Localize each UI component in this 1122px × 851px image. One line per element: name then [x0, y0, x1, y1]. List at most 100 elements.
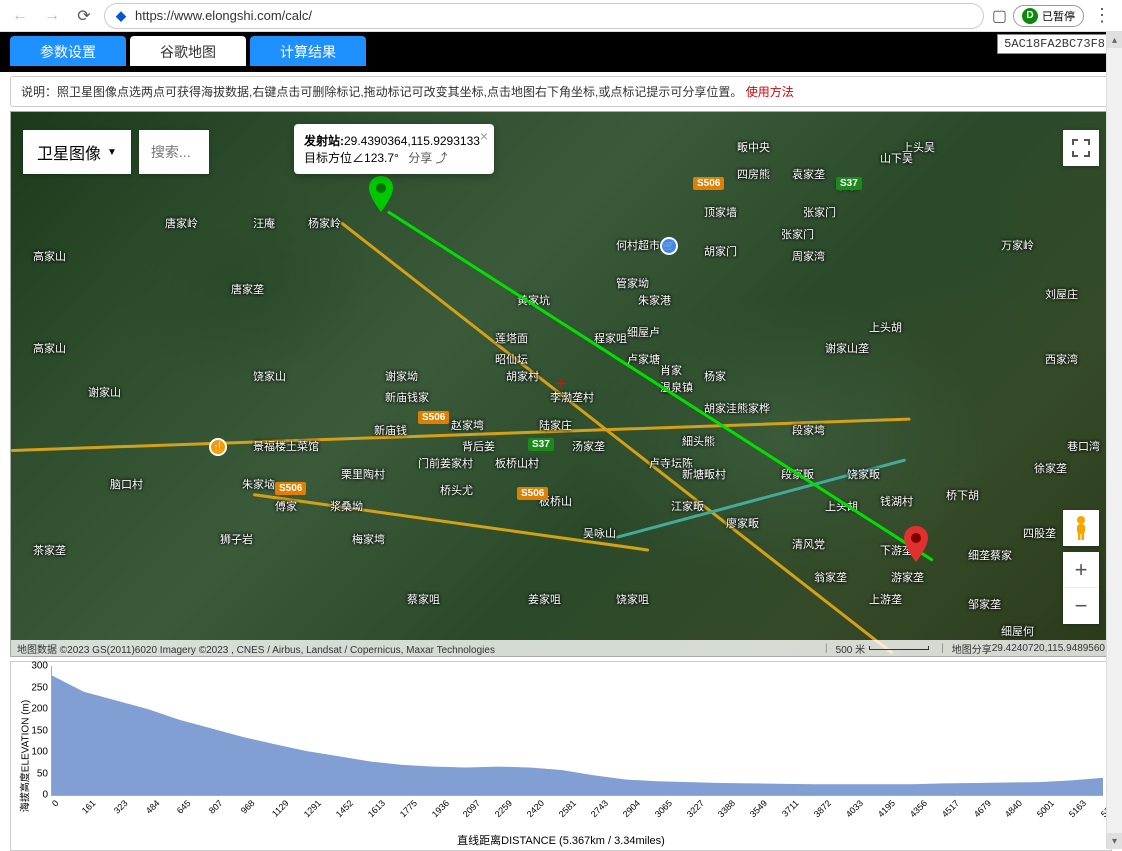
forward-button[interactable]: →: [40, 4, 64, 28]
instruction-text: 说明：照卫星图像点选两点可获得海拔数据,右键点击可删除标记,拖动标记可改变其坐标…: [21, 85, 742, 99]
roads-layer: [11, 112, 1111, 656]
paused-label: 已暂停: [1042, 8, 1075, 24]
xtick: 3711: [780, 798, 801, 819]
xtick: 1936: [429, 798, 450, 819]
hash-display: 5AC18FA2BC73F8: [997, 34, 1112, 54]
share-icon: ⤴: [436, 151, 448, 165]
page-scrollbar[interactable]: ▴ ▾: [1106, 32, 1122, 849]
fullscreen-button[interactable]: [1063, 130, 1099, 166]
browser-menu-icon[interactable]: ⋮: [1090, 5, 1114, 26]
xtick: 4195: [876, 798, 897, 819]
ytick: 300: [31, 661, 52, 672]
share-link[interactable]: 分享 ⤴: [408, 151, 447, 165]
xtick: 3227: [684, 798, 705, 819]
ytick: 250: [31, 682, 52, 693]
bearing-label: 目标方位∠: [304, 151, 364, 165]
fullscreen-icon: [1072, 139, 1090, 157]
xtick: 4679: [971, 798, 992, 819]
xtick: 1613: [366, 798, 387, 819]
xtick: 807: [207, 798, 225, 816]
browser-toolbar: ← → ⟳ ◆ https://www.elongshi.com/calc/ ▢…: [0, 0, 1122, 32]
elevation-chart: 海拔高度ELEVATION (m) 050100150200250300 0 16…: [10, 661, 1112, 851]
profile-paused-badge[interactable]: D 已暂停: [1013, 5, 1084, 27]
xtick: 4517: [939, 798, 960, 819]
xtick: 4356: [908, 798, 929, 819]
xtick: 4033: [844, 798, 865, 819]
target-marker-b[interactable]: [904, 526, 928, 562]
scale-bar: [869, 646, 929, 650]
xtick: 2581: [557, 798, 578, 819]
xtick: 0: [50, 798, 61, 809]
chart-xlabel: 直线距离DISTANCE (5.367km / 3.34miles): [457, 832, 665, 848]
station-label: 发射站:: [304, 134, 344, 148]
address-bar[interactable]: ◆ https://www.elongshi.com/calc/: [104, 3, 984, 29]
xtick: 1291: [302, 798, 323, 819]
scroll-down-button[interactable]: ▾: [1107, 833, 1122, 849]
layer-label: 卫星图像: [37, 140, 101, 164]
attribution-text: 地图数据 ©2023 GS(2011)6020 Imagery ©2023 , …: [17, 641, 495, 656]
close-icon[interactable]: ×: [480, 128, 488, 144]
browser-right-controls: ▢ D 已暂停 ⋮: [992, 5, 1114, 27]
xtick: 2420: [525, 798, 546, 819]
layer-select-button[interactable]: 卫星图像 ▼: [23, 130, 131, 174]
app-tabs: 参数设置 谷歌地图 计算结果 5AC18FA2BC73F8: [0, 32, 1122, 66]
chart-ylabel: 海拔高度ELEVATION (m): [17, 700, 32, 812]
reload-button[interactable]: ⟳: [72, 4, 96, 28]
ytick: 200: [31, 704, 52, 715]
scroll-up-button[interactable]: ▴: [1107, 32, 1122, 48]
station-info-window: × 发射站:29.4390364,115.9293133 目标方位∠123.7°…: [294, 124, 494, 174]
zoom-out-button[interactable]: −: [1063, 588, 1099, 624]
map-search-input[interactable]: [139, 130, 209, 174]
streetview-pegman[interactable]: [1063, 510, 1099, 546]
xtick: 2097: [461, 798, 482, 819]
usage-link[interactable]: 使用方法: [746, 85, 794, 99]
share-map-label[interactable]: 地图分享: [952, 641, 992, 656]
xtick: 3065: [652, 798, 673, 819]
chevron-down-icon: ▼: [107, 147, 117, 158]
ytick: 100: [31, 747, 52, 758]
station-coords: 29.4390364,115.9293133: [344, 134, 480, 148]
xtick: 5001: [1035, 798, 1056, 819]
xtick: 4840: [1003, 798, 1024, 819]
instruction-bar: 说明：照卫星图像点选两点可获得海拔数据,右键点击可删除标记,拖动标记可改变其坐标…: [10, 76, 1112, 107]
url-text: https://www.elongshi.com/calc/: [135, 8, 312, 23]
xtick: 5163: [1067, 798, 1088, 819]
xtick: 161: [80, 798, 98, 816]
bearing-value: 123.7°: [364, 151, 399, 165]
map-top-right-controls: [1063, 130, 1099, 166]
chart-area-path: [52, 666, 1103, 795]
xtick: 2743: [589, 798, 610, 819]
xtick: 323: [112, 798, 130, 816]
tab-results[interactable]: 计算结果: [250, 36, 366, 66]
ytick: 50: [37, 768, 52, 779]
chart-plot-area[interactable]: 050100150200250300: [51, 666, 1103, 796]
tab-google-map[interactable]: 谷歌地图: [130, 36, 246, 66]
map-footer: 地图数据 ©2023 GS(2011)6020 Imagery ©2023 , …: [11, 640, 1111, 656]
map-container[interactable]: 唐家岭汪庵杨家岭唐家垄高家山高家山谢家山脑口村朱家垴景福楼土菜馆傅家浆桑坳狮子岩…: [10, 111, 1112, 657]
stripe: [0, 66, 1122, 72]
xticks: 0 161 323 484 645 807 968 1129 1291 1452 1613 1775 1…: [51, 796, 1103, 820]
station-marker-a[interactable]: [369, 176, 393, 212]
back-button[interactable]: ←: [8, 4, 32, 28]
xtick: 3549: [748, 798, 769, 819]
tab-params[interactable]: 参数设置: [10, 36, 126, 66]
site-icon: ◆: [113, 8, 129, 24]
xtick: 1775: [398, 798, 419, 819]
scale-text: 500 米: [836, 641, 865, 656]
zoom-in-button[interactable]: +: [1063, 552, 1099, 588]
xtick: 645: [175, 798, 193, 816]
bookmark-icon[interactable]: ▢: [992, 6, 1007, 26]
avatar-icon: D: [1022, 8, 1038, 24]
zoom-control: + −: [1063, 552, 1099, 624]
share-coords[interactable]: 29.4240720,115.9489560: [992, 643, 1105, 654]
xtick: 968: [239, 798, 257, 816]
pegman-icon: [1071, 515, 1091, 541]
map-top-left-controls: 卫星图像 ▼: [23, 130, 209, 174]
xtick: 3872: [812, 798, 833, 819]
xtick: 1452: [334, 798, 355, 819]
xtick: 2259: [493, 798, 514, 819]
xtick: 484: [144, 798, 162, 816]
xtick: 3388: [716, 798, 737, 819]
xtick: 1129: [270, 798, 291, 819]
ytick: 150: [31, 725, 52, 736]
